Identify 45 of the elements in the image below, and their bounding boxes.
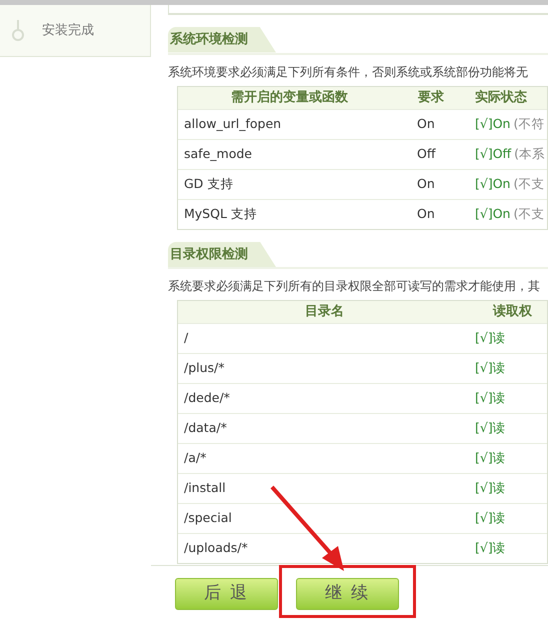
table-cell-text: /dede/* xyxy=(183,389,231,408)
table-cell-text: / xyxy=(183,329,190,348)
table-cell-text: MySQL 支持 xyxy=(183,204,258,223)
column-header: 要求 xyxy=(417,88,445,107)
column-header: 实际状态 xyxy=(474,88,527,107)
column-header: 读取权 xyxy=(492,303,532,322)
description: 系统环境要求必须满足下列所有条件，否则系统或系统部份功能将无 xyxy=(168,64,529,80)
table-cell-text: GD 支持 xyxy=(183,174,234,193)
table-cell-text: Off xyxy=(416,144,437,163)
button[interactable]: 后 退 xyxy=(175,578,278,610)
description: 系统要求必须满足下列所有的目录权限全部可读写的需求才能使用，其 xyxy=(168,278,541,295)
status-text: [√]读 xyxy=(474,539,506,558)
button[interactable]: 继 续 xyxy=(296,578,399,610)
table-cell-text: On xyxy=(416,204,436,223)
section-title: 目录权限检测 xyxy=(168,242,276,267)
status-text: [√]读 xyxy=(474,329,506,348)
status-text: [√]On xyxy=(475,114,510,133)
table-cell-text: allow_url_fopen xyxy=(183,114,282,133)
status-text: [√]读 xyxy=(474,419,506,438)
table-cell-text: /data/* xyxy=(183,419,228,438)
status-note: (不符 xyxy=(513,114,544,133)
column-header: 需开启的变量或函数 xyxy=(230,88,349,107)
step-icon xyxy=(12,20,24,42)
table-cell-text: /uploads/* xyxy=(183,539,249,558)
status-text: [√]读 xyxy=(474,449,506,468)
status-text: [√]On xyxy=(475,204,510,223)
table-cell-text: /install xyxy=(183,479,227,498)
table-cell-text: /plus/* xyxy=(183,359,226,378)
table-cell-text: On xyxy=(416,174,436,193)
status-text: [√]读 xyxy=(474,479,506,498)
column-header: 目录名 xyxy=(304,303,345,322)
sidebar-item[interactable]: 安装完成 xyxy=(42,20,94,40)
status-text: [√]读 xyxy=(474,359,506,378)
status-text: [√]Off xyxy=(475,144,512,163)
status-note: (本系 xyxy=(514,144,546,163)
table-cell-text: safe_mode xyxy=(183,144,253,163)
status-text: [√]On xyxy=(475,174,510,193)
status-text: [√]读 xyxy=(474,509,506,528)
table-cell-text: /a/* xyxy=(183,449,208,468)
table-cell-text: On xyxy=(416,114,436,133)
section-title: 系统环境检测 xyxy=(168,27,276,52)
status-text: [√]读 xyxy=(474,389,506,408)
table-cell-text: /special xyxy=(183,509,233,528)
status-note: (不支 xyxy=(513,204,544,223)
status-note: (不支 xyxy=(513,174,544,193)
